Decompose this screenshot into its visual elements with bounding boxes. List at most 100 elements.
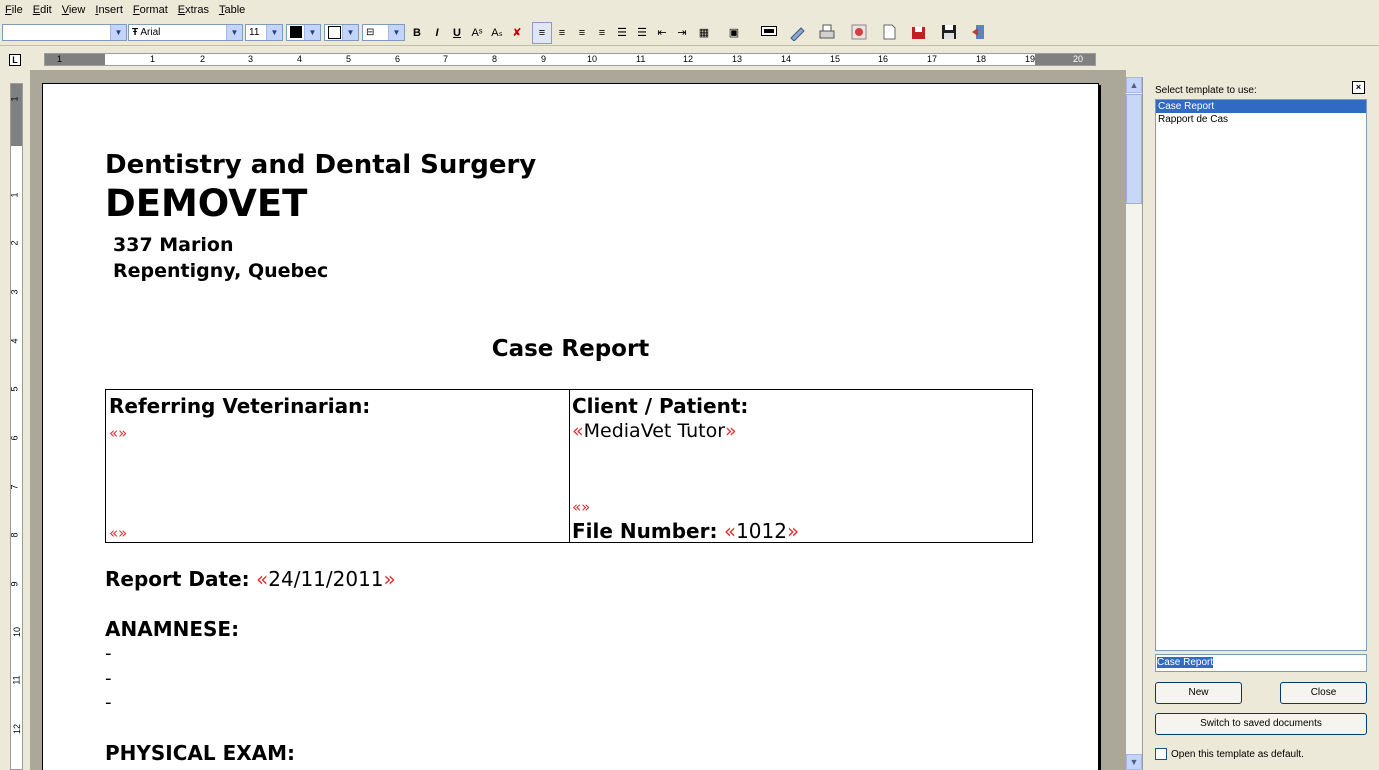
tab-stop-selector[interactable]: L	[9, 54, 21, 66]
font-color-select[interactable]: ▼	[286, 24, 321, 41]
vertical-ruler[interactable]: 1 1 2 3 4 5 6 7 8 9 10 11 12	[10, 83, 23, 770]
document-workspace: Dentistry and Dental Surgery DEMOVET 337…	[30, 70, 1126, 770]
close-panel-button[interactable]: Close	[1280, 682, 1367, 704]
menu-table[interactable]: Table	[214, 0, 250, 20]
menu-format[interactable]: Format	[128, 0, 173, 20]
align-right-button[interactable]: ≡	[573, 23, 591, 43]
ruler-number: 5	[346, 54, 352, 64]
font-size-value: 11	[249, 27, 260, 38]
menu-extras[interactable]: Extras	[173, 0, 214, 20]
ruler-number: 9	[541, 54, 547, 64]
superscript-button[interactable]: Aˢ	[468, 23, 486, 43]
clinic-specialty-heading: Dentistry and Dental Surgery	[105, 150, 537, 180]
indent-button[interactable]: ⇥	[673, 23, 691, 43]
file-number-label: File Number:	[572, 519, 718, 543]
insert-table-button[interactable]: ▦	[695, 23, 713, 43]
underline-button[interactable]: U	[448, 23, 466, 43]
chevron-down-icon[interactable]: ▼	[226, 25, 242, 40]
scroll-up-icon[interactable]: ▲	[1126, 77, 1142, 93]
email-icon[interactable]	[850, 23, 868, 43]
italic-button[interactable]: I	[428, 23, 446, 43]
ruler-number: 1	[9, 192, 20, 198]
save-icon[interactable]	[940, 23, 958, 43]
ruler-number: 14	[781, 54, 792, 64]
field-icon[interactable]	[760, 23, 778, 43]
bullet-list-button[interactable]: ☰	[613, 23, 631, 43]
ruler-number: 19	[1025, 54, 1036, 64]
document-page[interactable]: Dentistry and Dental Surgery DEMOVET 337…	[42, 83, 1099, 770]
menu-view[interactable]: View	[57, 0, 91, 20]
ruler-number: 1	[57, 54, 63, 64]
numbered-list-button[interactable]: ☰	[633, 23, 651, 43]
ruler-margin-left	[45, 54, 105, 65]
subscript-button[interactable]: Aₛ	[488, 23, 506, 43]
new-template-button[interactable]: New	[1155, 682, 1242, 704]
chevron-down-icon[interactable]: ▼	[304, 25, 320, 40]
anamnese-line: -	[105, 692, 112, 713]
menu-edit[interactable]: Edit	[28, 0, 57, 20]
merge-close-marker: »	[383, 567, 396, 591]
menu-insert[interactable]: Insert	[90, 0, 128, 20]
client-patient-value: MediaVet Tutor	[583, 420, 726, 442]
chevron-down-icon[interactable]: ▼	[110, 25, 126, 40]
template-list-item[interactable]: Case Report	[1156, 100, 1366, 113]
ruler-number: 1	[150, 54, 156, 64]
exit-door-icon[interactable]	[970, 23, 988, 43]
chevron-down-icon[interactable]: ▼	[388, 25, 404, 40]
report-date-line: Report Date: «24/11/2011»	[105, 567, 396, 591]
chevron-down-icon[interactable]: ▼	[266, 25, 282, 40]
address-line-2: Repentigny, Quebec	[113, 260, 329, 282]
horizontal-ruler[interactable]: 1 1 2 3 4 5 6 7 8 9 10 11 12 13 14 15 16…	[44, 53, 1096, 66]
style-select[interactable]: ▼	[2, 24, 127, 41]
file-number-value[interactable]: 1012	[736, 519, 787, 543]
save-copy-icon[interactable]	[910, 23, 928, 43]
ruler-number: 9	[9, 581, 20, 587]
referral-table: Referring Veterinarian: «» «» Client / P…	[105, 389, 1033, 543]
merge-open-marker: «	[256, 567, 269, 591]
font-name-select[interactable]: Ŧ Arial ▼	[128, 24, 243, 41]
client-extra-field[interactable]: «»	[572, 498, 590, 516]
justify-button[interactable]: ≡	[593, 23, 611, 43]
default-template-checkbox[interactable]: Open this template as default.	[1155, 748, 1304, 760]
referring-vet-field-2[interactable]: «»	[109, 524, 127, 542]
ruler-number: 20	[1073, 54, 1084, 64]
scroll-down-icon[interactable]: ▼	[1126, 754, 1142, 770]
scrollbar-thumb[interactable]	[1126, 94, 1142, 204]
table-grid-button[interactable]: ▣	[725, 23, 743, 43]
bold-button[interactable]: B	[408, 23, 426, 43]
font-size-select[interactable]: 11 ▼	[245, 24, 283, 41]
pen-tool-icon[interactable]	[788, 23, 806, 43]
template-list-item[interactable]: Rapport de Cas	[1156, 113, 1366, 126]
border-box-icon	[328, 26, 341, 39]
anamnese-line: -	[105, 668, 112, 689]
align-center-button[interactable]: ≡	[553, 23, 571, 43]
ruler-number: 12	[683, 54, 694, 64]
align-left-button[interactable]: ≡	[532, 22, 552, 44]
ruler-number: 12	[12, 723, 23, 735]
document-scrollbar[interactable]: ▲ ▼	[1126, 77, 1142, 770]
table-border-select[interactable]: ⊟ ▼	[362, 24, 405, 41]
close-icon[interactable]: ×	[1352, 81, 1365, 94]
border-select[interactable]: ▼	[324, 24, 359, 41]
switch-to-saved-button[interactable]: Switch to saved documents	[1155, 713, 1367, 735]
merge-open-marker: «	[572, 420, 584, 442]
ruler-margin-top	[11, 84, 22, 146]
report-date-value[interactable]: 24/11/2011	[268, 567, 383, 591]
ruler-number: 3	[248, 54, 254, 64]
address-line-1: 337 Marion	[113, 234, 234, 256]
new-document-icon[interactable]	[880, 23, 898, 43]
ruler-number: 10	[12, 626, 23, 638]
client-patient-header: Client / Patient:	[572, 394, 749, 418]
template-name-input[interactable]: Case Report	[1155, 654, 1367, 672]
chevron-down-icon[interactable]: ▼	[342, 25, 358, 40]
print-icon[interactable]	[818, 23, 836, 43]
menu-file[interactable]: File	[0, 0, 28, 20]
outdent-button[interactable]: ⇤	[653, 23, 671, 43]
template-panel: Select template to use: × Case Report Ra…	[1142, 77, 1379, 770]
referring-vet-field[interactable]: «»	[109, 424, 127, 442]
ruler-number: 13	[732, 54, 743, 64]
client-patient-field[interactable]: «MediaVet Tutor»	[572, 420, 737, 442]
template-list[interactable]: Case Report Rapport de Cas	[1155, 99, 1367, 651]
strikethrough-button[interactable]: ✘	[508, 23, 526, 43]
checkbox-icon[interactable]	[1155, 748, 1167, 760]
